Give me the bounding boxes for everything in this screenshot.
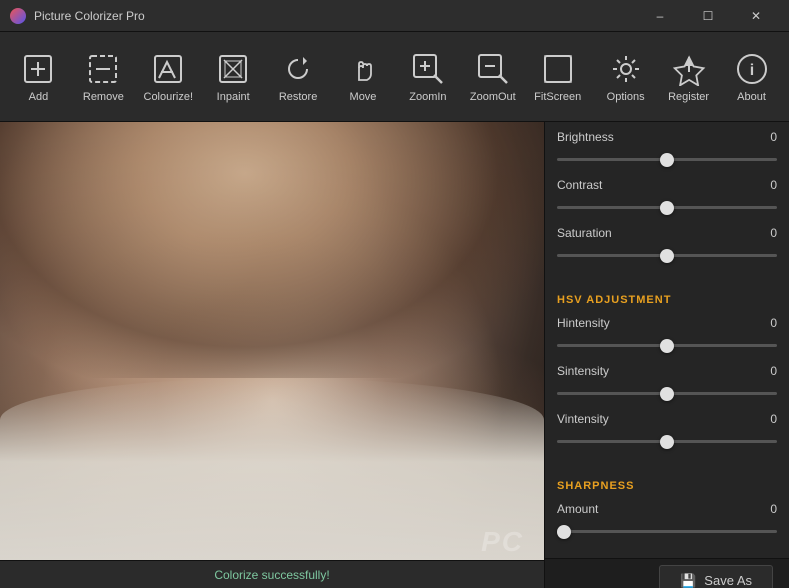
title-bar: Picture Colorizer Pro – ☐ ✕ [0, 0, 789, 32]
tool-move-label: Move [350, 91, 377, 103]
options-icon [608, 51, 644, 87]
app-icon [10, 8, 26, 24]
save-icon: 💾 [680, 573, 696, 588]
vintensity-label: Vintensity [557, 412, 609, 426]
hsv-header: HSV ADJUSTMENT [557, 294, 777, 306]
amount-label: Amount [557, 502, 598, 516]
tool-restore-label: Restore [279, 91, 318, 103]
main-area: PC Colorize successfully! Brightness 0 C… [0, 122, 789, 588]
brightness-slider[interactable] [557, 158, 777, 161]
fitscreen-icon [540, 51, 576, 87]
tool-remove[interactable]: Remove [73, 38, 134, 116]
contrast-row: Contrast 0 [557, 178, 777, 214]
about-icon: i [734, 51, 770, 87]
amount-row: Amount 0 [557, 502, 777, 538]
tool-remove-label: Remove [83, 91, 124, 103]
hsv-section: HSV ADJUSTMENT Hintensity 0 Sintensity 0 [545, 282, 789, 468]
tool-colourize[interactable]: Colourize! [138, 38, 199, 116]
hintensity-row: Hintensity 0 [557, 316, 777, 352]
svg-text:i: i [749, 62, 753, 79]
tool-add[interactable]: Add [8, 38, 69, 116]
amount-value: 0 [770, 502, 777, 516]
brightness-label: Brightness [557, 130, 614, 144]
add-icon [20, 51, 56, 87]
saturation-value: 0 [770, 226, 777, 240]
saturation-row: Saturation 0 [557, 226, 777, 262]
sintensity-value: 0 [770, 364, 777, 378]
canvas-image: PC [0, 122, 544, 588]
remove-icon [85, 51, 121, 87]
tool-options-label: Options [607, 91, 645, 103]
zoomout-icon [475, 51, 511, 87]
hintensity-label-row: Hintensity 0 [557, 316, 777, 330]
save-label: Save As [704, 573, 752, 588]
save-as-button[interactable]: 💾 Save As [659, 565, 773, 588]
tool-fitscreen[interactable]: FitScreen [527, 38, 588, 116]
right-panel: Brightness 0 Contrast 0 Saturation 0 [544, 122, 789, 588]
tool-fitscreen-label: FitScreen [534, 91, 581, 103]
watermark: PC [481, 526, 524, 558]
contrast-label-row: Contrast 0 [557, 178, 777, 192]
tool-zoomout[interactable]: ZoomOut [462, 38, 523, 116]
brightness-row: Brightness 0 [557, 130, 777, 166]
maximize-button[interactable]: ☐ [685, 0, 731, 32]
amount-slider[interactable] [557, 530, 777, 533]
inpaint-icon [215, 51, 251, 87]
tool-about-label: About [737, 91, 766, 103]
basic-adjustments-section: Brightness 0 Contrast 0 Saturation 0 [545, 122, 789, 282]
sharpness-section: SHARPNESS Amount 0 [545, 468, 789, 558]
move-icon [345, 51, 381, 87]
photo-overlay [0, 122, 544, 588]
sintensity-slider[interactable] [557, 392, 777, 395]
sintensity-label-row: Sintensity 0 [557, 364, 777, 378]
tool-about[interactable]: i About [722, 38, 781, 116]
tool-zoomout-label: ZoomOut [470, 91, 516, 103]
tool-restore[interactable]: Restore [268, 38, 329, 116]
saturation-label: Saturation [557, 226, 612, 240]
vintensity-label-row: Vintensity 0 [557, 412, 777, 426]
tool-register-label: Register [668, 91, 709, 103]
status-bar: Colorize successfully! [0, 560, 544, 588]
saturation-label-row: Saturation 0 [557, 226, 777, 240]
tool-inpaint-label: Inpaint [217, 91, 250, 103]
saturation-slider[interactable] [557, 254, 777, 257]
tool-zoomin-label: ZoomIn [409, 91, 446, 103]
vintensity-slider[interactable] [557, 440, 777, 443]
canvas-area[interactable]: PC Colorize successfully! [0, 122, 544, 588]
amount-label-row: Amount 0 [557, 502, 777, 516]
hintensity-label: Hintensity [557, 316, 610, 330]
contrast-value: 0 [770, 178, 777, 192]
zoomin-icon [410, 51, 446, 87]
brightness-value: 0 [770, 130, 777, 144]
tool-inpaint[interactable]: Inpaint [203, 38, 264, 116]
vintensity-value: 0 [770, 412, 777, 426]
hintensity-slider[interactable] [557, 344, 777, 347]
restore-icon [280, 51, 316, 87]
tool-options[interactable]: Options [596, 38, 655, 116]
status-message: Colorize successfully! [214, 568, 329, 582]
register-icon [671, 51, 707, 87]
app-title: Picture Colorizer Pro [34, 9, 637, 23]
tool-colourize-label: Colourize! [144, 91, 194, 103]
save-bar: 💾 Save As [545, 558, 789, 588]
photo-background: PC [0, 122, 544, 588]
colourize-icon [150, 51, 186, 87]
sintensity-label: Sintensity [557, 364, 609, 378]
tool-register[interactable]: Register [659, 38, 718, 116]
hintensity-value: 0 [770, 316, 777, 330]
tool-add-label: Add [29, 91, 49, 103]
minimize-button[interactable]: – [637, 0, 683, 32]
tool-move[interactable]: Move [333, 38, 394, 116]
toolbar: Add Remove Colourize! [0, 32, 789, 122]
vintensity-row: Vintensity 0 [557, 412, 777, 448]
sharpness-header: SHARPNESS [557, 480, 777, 492]
contrast-label: Contrast [557, 178, 602, 192]
brightness-label-row: Brightness 0 [557, 130, 777, 144]
tool-zoomin[interactable]: ZoomIn [397, 38, 458, 116]
sintensity-row: Sintensity 0 [557, 364, 777, 400]
contrast-slider[interactable] [557, 206, 777, 209]
close-button[interactable]: ✕ [733, 0, 779, 32]
window-controls: – ☐ ✕ [637, 0, 779, 32]
